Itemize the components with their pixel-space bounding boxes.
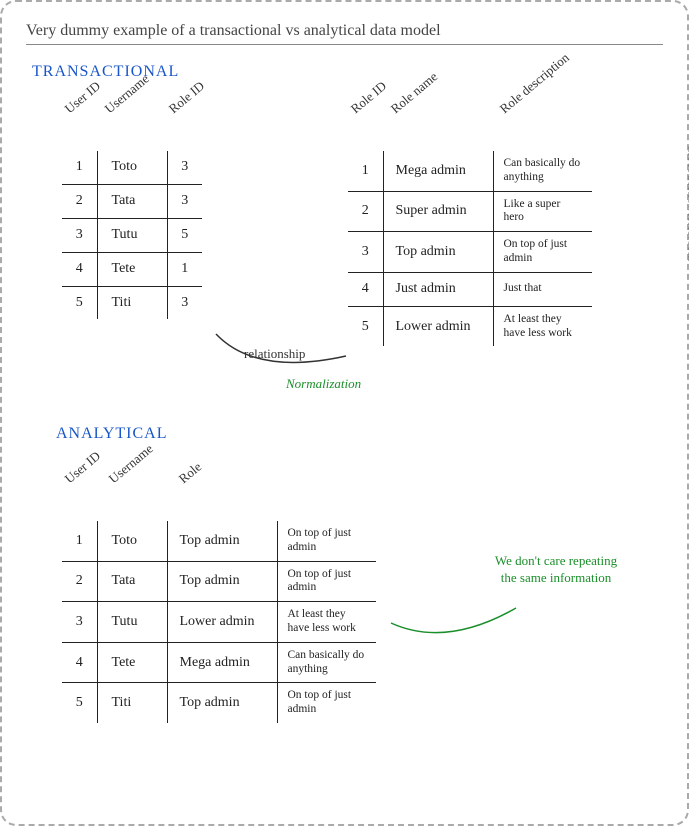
page-title: Very dummy example of a transactional vs… [26,22,663,40]
cell: 2 [61,184,97,218]
users-table-wrap: User ID Username Role ID 1Toto3 2Tata3 3… [60,149,204,321]
table-row: 3Tutu5 [61,218,203,252]
cell: 3 [61,218,97,252]
roles-table-headers: Role ID Role name Role description [346,101,594,117]
cell: At least they have less work [493,306,593,347]
normalization-label: Normalization [286,376,361,392]
cell: Top admin [167,683,277,724]
cell: Lower admin [383,306,493,347]
cell: Can basically do anything [277,642,377,683]
table-row: 5TitiTop adminOn top of just admin [61,683,377,724]
cell: Tete [97,642,167,683]
users-table-headers: User ID Username Role ID [60,101,204,117]
cell: Tata [97,184,167,218]
cell: 2 [61,561,97,602]
col-header: Role ID [166,79,207,117]
col-header [276,410,363,487]
table-row: 5Titi3 [61,286,203,320]
table-row: 2TataTop adminOn top of just admin [61,561,377,602]
cell: Mega admin [167,642,277,683]
cell: 2 [347,191,383,232]
cell: Titi [97,683,167,724]
analytical-table: 1TotoTop adminOn top of just admin 2Tata… [60,519,378,725]
cell: Toto [97,520,167,561]
cell: 5 [61,286,97,320]
repeat-annotation-l1: We don't care repeating [495,553,617,568]
annotation-connector [386,593,536,653]
table-row: 4Tete1 [61,252,203,286]
cell: 3 [167,184,203,218]
repeat-annotation: We don't care repeating the same informa… [476,553,636,587]
table-row: 4Just adminJust that [347,272,593,306]
title-underline [26,44,663,45]
cell: Mega admin [383,150,493,191]
cell: 4 [347,272,383,306]
cell: 4 [61,642,97,683]
cell: 3 [167,286,203,320]
cell: On top of just admin [277,683,377,724]
relationship-label: relationship [244,346,305,362]
cell: On top of just admin [493,232,593,273]
cell: Tutu [97,602,167,643]
cell: 1 [61,520,97,561]
cell: Toto [97,150,167,184]
cell: Tutu [97,218,167,252]
cell: Top admin [167,561,277,602]
roles-table: 1Mega adminCan basically do anything 2Su… [346,149,594,348]
cell: Top admin [167,520,277,561]
table-row: 2Tata3 [61,184,203,218]
cell: Tata [97,561,167,602]
roles-table-wrap: Role ID Role name Role description 1Mega… [346,149,594,348]
table-row: 1Toto3 [61,150,203,184]
col-header: Role [176,410,263,487]
table-row: 1Mega adminCan basically do anything [347,150,593,191]
repeat-annotation-l2: the same information [501,570,611,585]
table-row: 4TeteMega adminCan basically do anything [61,642,377,683]
watermark: thecodeshewrites.com [684,146,689,262]
cell: Top admin [383,232,493,273]
analytical-table-headers: User ID Username Role [60,471,378,487]
cell: 1 [61,150,97,184]
cell: 5 [167,218,203,252]
cell: Titi [97,286,167,320]
cell: 1 [347,150,383,191]
section-transactional-label: TRANSACTIONAL [32,63,663,81]
cell: On top of just admin [277,520,377,561]
col-header: Role ID [348,79,389,117]
col-header: User ID [62,446,106,487]
users-table: 1Toto3 2Tata3 3Tutu5 4Tete1 5Titi3 [60,149,204,321]
cell: 4 [61,252,97,286]
cell: 3 [347,232,383,273]
cell: Lower admin [167,602,277,643]
cell: On top of just admin [277,561,377,602]
cell: Super admin [383,191,493,232]
cell: Just that [493,272,593,306]
cell: Tete [97,252,167,286]
section-analytical-label: ANALYTICAL [56,425,663,443]
cell: 5 [61,683,97,724]
cell: Just admin [383,272,493,306]
table-row: 5Lower adminAt least they have less work [347,306,593,347]
table-row: 2Super adminLike a super hero [347,191,593,232]
cell: 5 [347,306,383,347]
table-row: 3TutuLower adminAt least they have less … [61,602,377,643]
cell: 3 [61,602,97,643]
cell: 1 [167,252,203,286]
diagram-frame: Very dummy example of a transactional vs… [0,0,689,826]
cell: At least they have less work [277,602,377,643]
cell: 3 [167,150,203,184]
analytical-table-wrap: User ID Username Role 1TotoTop adminOn t… [60,519,378,725]
cell: Can basically do anything [493,150,593,191]
table-row: 1TotoTop adminOn top of just admin [61,520,377,561]
transactional-section: User ID Username Role ID 1Toto3 2Tata3 3… [26,91,663,421]
col-header: User ID [62,79,103,117]
table-row: 3Top adminOn top of just admin [347,232,593,273]
cell: Like a super hero [493,191,593,232]
